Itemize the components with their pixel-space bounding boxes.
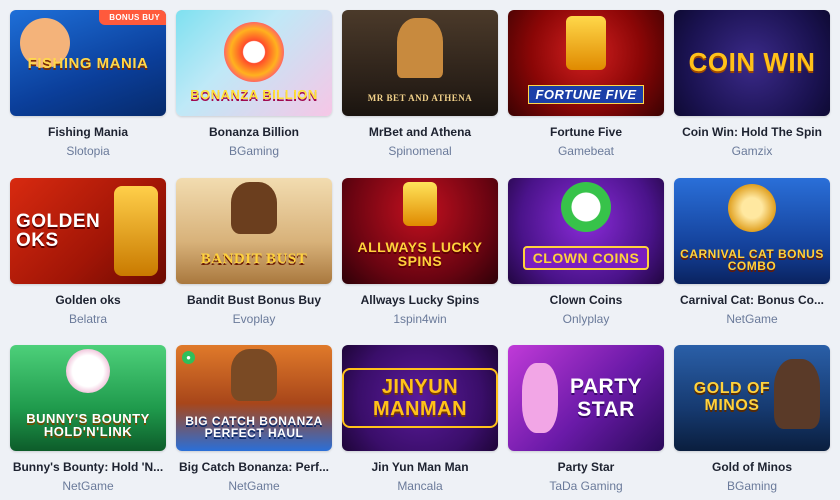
game-card-clown-coins[interactable]: CLOWN COINS Clown Coins Onlyplay (508, 178, 664, 326)
game-thumbnail[interactable]: PARTY STAR (508, 345, 664, 451)
game-provider[interactable]: NetGame (176, 479, 332, 493)
game-name[interactable]: Bunny's Bounty: Hold 'N... (10, 460, 166, 474)
game-thumbnail[interactable]: BUNNY'S BOUNTY HOLD'N'LINK (10, 345, 166, 451)
game-art-title: JINYUN MANMAN (342, 368, 498, 428)
game-art-title: MR BET AND ATHENA (367, 92, 473, 103)
game-thumbnail[interactable]: BANDIT BUST (176, 178, 332, 284)
game-art-title: PARTY STAR (569, 374, 643, 421)
game-name[interactable]: Jin Yun Man Man (342, 460, 498, 474)
bonus-buy-badge: BONUS BUY (99, 10, 166, 25)
game-art-title: BIG CATCH BONANZA PERFECT HAUL (185, 414, 323, 440)
game-thumbnail[interactable]: MR BET AND ATHENA (342, 10, 498, 116)
games-grid: BONUS BUY FISHING MANIA Fishing Mania Sl… (0, 0, 840, 500)
game-thumbnail[interactable]: CARNIVAL CAT BONUS COMBO (674, 178, 830, 284)
game-art-title: BANDIT BUST (200, 250, 308, 267)
game-thumbnail[interactable]: JINYUN MANMAN (342, 345, 498, 451)
game-thumbnail[interactable]: BONUS BUY FISHING MANIA (10, 10, 166, 116)
game-card-fishing-mania[interactable]: BONUS BUY FISHING MANIA Fishing Mania Sl… (10, 10, 166, 158)
game-thumbnail[interactable]: CLOWN COINS (508, 178, 664, 284)
game-card-jin-yun-man-man[interactable]: JINYUN MANMAN Jin Yun Man Man Mancala (342, 345, 498, 493)
game-art-title: GOLD OF MINOS (693, 380, 771, 414)
game-thumbnail[interactable]: ● BIG CATCH BONANZA PERFECT HAUL (176, 345, 332, 451)
game-thumbnail[interactable]: BONANZA BILLION (176, 10, 332, 116)
game-provider[interactable]: BGaming (176, 144, 332, 158)
game-provider[interactable]: Mancala (342, 479, 498, 493)
game-name[interactable]: MrBet and Athena (342, 125, 498, 139)
game-thumbnail[interactable]: GOLD OF MINOS (674, 345, 830, 451)
game-name[interactable]: Clown Coins (508, 293, 664, 307)
game-provider[interactable]: Gamebeat (508, 144, 664, 158)
game-card-golden-oks[interactable]: GOLDEN OKS Golden oks Belatra (10, 178, 166, 326)
game-name[interactable]: Allways Lucky Spins (342, 293, 498, 307)
game-card-bonanza-billion[interactable]: BONANZA BILLION Bonanza Billion BGaming (176, 10, 332, 158)
candy-flower-icon (224, 22, 284, 82)
seven-symbol-icon (403, 182, 437, 226)
bandit-cowboy-icon (231, 182, 277, 234)
game-name[interactable]: Coin Win: Hold The Spin (674, 125, 830, 139)
game-card-bandit-bust[interactable]: BANDIT BUST Bandit Bust Bonus Buy Evopla… (176, 178, 332, 326)
fisherman-icon (231, 349, 277, 401)
game-provider[interactable]: Spinomenal (342, 144, 498, 158)
game-name[interactable]: Fishing Mania (10, 125, 166, 139)
game-card-mrbet-athena[interactable]: MR BET AND ATHENA MrBet and Athena Spino… (342, 10, 498, 158)
game-card-party-star[interactable]: PARTY STAR Party Star TaDa Gaming (508, 345, 664, 493)
game-provider[interactable]: Gamzix (674, 144, 830, 158)
game-provider[interactable]: Slotopia (10, 144, 166, 158)
game-provider[interactable]: Evoplay (176, 312, 332, 326)
game-thumbnail[interactable]: FORTUNE FIVE (508, 10, 664, 116)
game-card-gold-of-minos[interactable]: GOLD OF MINOS Gold of Minos BGaming (674, 345, 830, 493)
clown-icon (561, 182, 611, 232)
game-name[interactable]: Big Catch Bonanza: Perf... (176, 460, 332, 474)
game-art-title: BUNNY'S BOUNTY HOLD'N'LINK (26, 411, 150, 439)
game-name[interactable]: Fortune Five (508, 125, 664, 139)
chat-icon: ● (182, 351, 195, 364)
game-card-allways-lucky-spins[interactable]: ALLWAYS LUCKY SPINS Allways Lucky Spins … (342, 178, 498, 326)
game-provider[interactable]: NetGame (10, 479, 166, 493)
game-provider[interactable]: BGaming (674, 479, 830, 493)
game-card-carnival-cat[interactable]: CARNIVAL CAT BONUS COMBO Carnival Cat: B… (674, 178, 830, 326)
game-thumbnail[interactable]: COIN WIN (674, 10, 830, 116)
game-art-title: CARNIVAL CAT BONUS COMBO (680, 247, 824, 273)
game-name[interactable]: Bonanza Billion (176, 125, 332, 139)
game-card-bunnys-bounty[interactable]: BUNNY'S BOUNTY HOLD'N'LINK Bunny's Bount… (10, 345, 166, 493)
game-provider[interactable]: Belatra (10, 312, 166, 326)
game-provider[interactable]: Onlyplay (508, 312, 664, 326)
game-card-big-catch-bonanza[interactable]: ● BIG CATCH BONANZA PERFECT HAUL Big Cat… (176, 345, 332, 493)
game-art-title: FORTUNE FIVE (528, 84, 644, 104)
game-card-coin-win[interactable]: COIN WIN Coin Win: Hold The Spin Gamzix (674, 10, 830, 158)
game-provider[interactable]: TaDa Gaming (508, 479, 664, 493)
game-name[interactable]: Golden oks (10, 293, 166, 307)
game-art-title: CLOWN COINS (522, 246, 650, 270)
game-art-title: GOLDEN OKS (16, 211, 101, 251)
athena-icon (397, 18, 443, 78)
game-name[interactable]: Bandit Bust Bonus Buy (176, 293, 332, 307)
game-thumbnail[interactable]: ALLWAYS LUCKY SPINS (342, 178, 498, 284)
seven-symbol-icon (566, 16, 606, 70)
game-thumbnail[interactable]: GOLDEN OKS (10, 178, 166, 284)
game-name[interactable]: Carnival Cat: Bonus Co... (674, 293, 830, 307)
game-art-title: COIN WIN (688, 47, 816, 78)
game-name[interactable]: Party Star (508, 460, 664, 474)
game-art-title: BONANZA BILLION (190, 86, 318, 102)
bunny-icon (66, 349, 110, 393)
game-card-fortune-five[interactable]: FORTUNE FIVE Fortune Five Gamebeat (508, 10, 664, 158)
game-provider[interactable]: NetGame (674, 312, 830, 326)
game-name[interactable]: Gold of Minos (674, 460, 830, 474)
game-provider[interactable]: 1spin4win (342, 312, 498, 326)
lucky-cat-icon (728, 184, 776, 232)
game-art-title: FISHING MANIA (27, 54, 149, 72)
game-art-title: ALLWAYS LUCKY SPINS (357, 239, 483, 269)
